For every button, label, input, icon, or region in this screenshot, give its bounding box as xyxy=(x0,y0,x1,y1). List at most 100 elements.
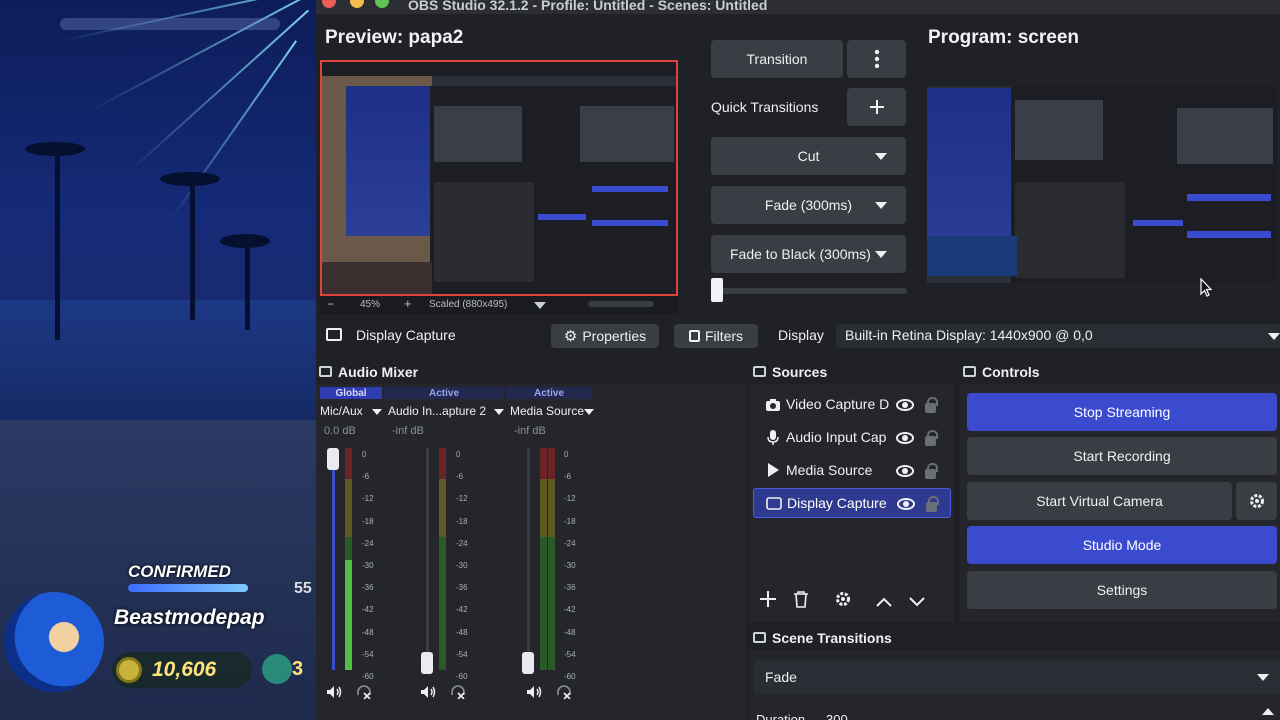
obs-window: OBS Studio 32.1.2 - Profile: Untitled - … xyxy=(316,0,1280,720)
chevron-down-icon[interactable] xyxy=(908,592,926,612)
transition-menu-button[interactable] xyxy=(847,40,906,78)
source-label: Audio Input Cap xyxy=(786,429,887,445)
properties-button[interactable]: ⚙ Properties xyxy=(551,324,659,348)
eye-icon[interactable] xyxy=(896,399,914,411)
stop-streaming-button[interactable]: Stop Streaming xyxy=(967,393,1277,431)
t-bar-handle[interactable] xyxy=(711,278,723,302)
chevron-down-icon[interactable] xyxy=(584,409,594,415)
volume-fader-track[interactable] xyxy=(527,448,530,670)
mixer-volume-db: -inf dB xyxy=(514,425,546,437)
volume-fader-knob[interactable] xyxy=(522,652,534,674)
dock-icon xyxy=(753,366,766,377)
speaker-icon[interactable] xyxy=(526,685,542,699)
lock-icon[interactable] xyxy=(926,496,939,512)
quick-transition-label: Fade to Black (300ms) xyxy=(730,246,871,262)
chevron-down-icon[interactable] xyxy=(494,409,504,415)
dock-icon xyxy=(963,366,976,377)
chevron-down-icon[interactable] xyxy=(372,409,382,415)
chevron-down-icon xyxy=(1257,674,1269,681)
volume-fader-knob[interactable] xyxy=(327,448,339,470)
mixer-channel-header: Active xyxy=(384,387,504,399)
source-label: Media Source xyxy=(786,462,873,478)
scene-transition-value: Fade xyxy=(765,669,797,685)
chevron-up-icon[interactable] xyxy=(875,592,893,612)
palm-trunk xyxy=(55,150,60,340)
close-window-button[interactable] xyxy=(322,0,336,8)
eye-icon[interactable] xyxy=(897,498,915,510)
mixer-channel-name[interactable]: Audio In...apture 2 xyxy=(388,404,486,418)
lock-icon[interactable] xyxy=(925,430,938,446)
preview-zoom-bar: − 45% + Scaled (880x495) xyxy=(320,296,678,314)
level-meter xyxy=(540,448,547,670)
plus-icon xyxy=(869,100,884,114)
quick-transition-label: Cut xyxy=(797,148,820,164)
palm-tree xyxy=(160,172,220,186)
nested-hud xyxy=(927,236,1017,276)
speaker-icon[interactable] xyxy=(420,685,436,699)
chevron-up-icon[interactable] xyxy=(1262,708,1274,715)
hud-progress-bar xyxy=(128,584,248,592)
quick-transition-cut[interactable]: Cut xyxy=(711,137,906,175)
source-label: Video Capture D xyxy=(786,396,890,412)
mixer-channel-name[interactable]: Mic/Aux xyxy=(320,404,363,418)
level-meter-active xyxy=(345,560,352,670)
source-item-audio-input[interactable]: Audio Input Cap xyxy=(753,422,951,452)
level-meter xyxy=(548,448,555,670)
volume-fader-track[interactable] xyxy=(426,448,429,670)
trash-icon[interactable] xyxy=(793,590,809,612)
lock-icon[interactable] xyxy=(925,463,938,479)
filter-icon xyxy=(688,330,700,342)
volume-fader-track[interactable] xyxy=(332,448,335,670)
palm-trunk xyxy=(190,180,195,320)
gear-icon xyxy=(1249,494,1264,508)
lock-icon[interactable] xyxy=(925,397,938,413)
quick-transition-fade[interactable]: Fade (300ms) xyxy=(711,186,906,224)
gear-icon[interactable] xyxy=(834,590,852,612)
eye-icon[interactable] xyxy=(896,465,914,477)
source-item-media[interactable]: Media Source xyxy=(753,455,951,485)
start-recording-button[interactable]: Start Recording xyxy=(967,437,1277,475)
settings-button[interactable]: Settings xyxy=(967,571,1277,609)
t-bar-track[interactable] xyxy=(711,288,907,294)
dock-icon xyxy=(753,632,766,643)
nested-game-view xyxy=(346,86,436,236)
preview-scrollbar[interactable] xyxy=(588,301,654,307)
zoom-out-button[interactable]: − xyxy=(327,297,334,311)
scene-transition-select[interactable]: Fade xyxy=(754,660,1280,694)
scene-transitions-title: Scene Transitions xyxy=(772,630,892,646)
filters-button[interactable]: Filters xyxy=(674,324,758,348)
mixer-channel-name[interactable]: Media Source xyxy=(510,404,584,418)
preview-canvas[interactable] xyxy=(320,60,678,296)
scale-dropdown-icon[interactable] xyxy=(534,302,546,309)
source-item-display-capture[interactable]: Display Capture xyxy=(753,488,951,518)
sources-header: Sources xyxy=(750,360,954,384)
minimize-window-button[interactable] xyxy=(350,0,364,8)
hud-timer-digit: 3 xyxy=(292,658,304,680)
zoom-in-button[interactable]: + xyxy=(404,296,412,311)
speaker-icon[interactable] xyxy=(326,685,342,699)
zoom-window-button[interactable] xyxy=(375,0,389,8)
properties-label: Properties xyxy=(582,328,647,344)
quick-transition-fade-to-black[interactable]: Fade to Black (300ms) xyxy=(711,235,906,273)
virtual-camera-settings-button[interactable] xyxy=(1236,482,1277,520)
studio-mode-button[interactable]: Studio Mode xyxy=(967,526,1277,564)
nested-program xyxy=(580,106,674,162)
eye-icon[interactable] xyxy=(896,432,914,444)
add-source-icon[interactable] xyxy=(759,590,777,612)
chevron-down-icon xyxy=(875,251,887,258)
add-quick-transition-button[interactable] xyxy=(847,88,906,126)
transition-button[interactable]: Transition xyxy=(711,40,843,78)
level-meter xyxy=(439,448,446,670)
monitor-off-icon[interactable] xyxy=(450,685,465,700)
nested-preview xyxy=(434,106,522,162)
start-virtual-camera-button[interactable]: Start Virtual Camera xyxy=(967,482,1232,520)
volume-fader-knob[interactable] xyxy=(421,652,433,674)
scale-label: Scaled (880x495) xyxy=(429,299,508,310)
monitor-off-icon[interactable] xyxy=(556,685,571,700)
selected-source-name: Display Capture xyxy=(356,327,456,343)
duration-value[interactable]: 300 xyxy=(826,712,848,720)
source-item-video-capture[interactable]: Video Capture D xyxy=(753,389,951,419)
monitor-off-icon[interactable] xyxy=(356,685,371,700)
play-icon xyxy=(768,463,779,477)
chevron-down-icon xyxy=(875,153,887,160)
